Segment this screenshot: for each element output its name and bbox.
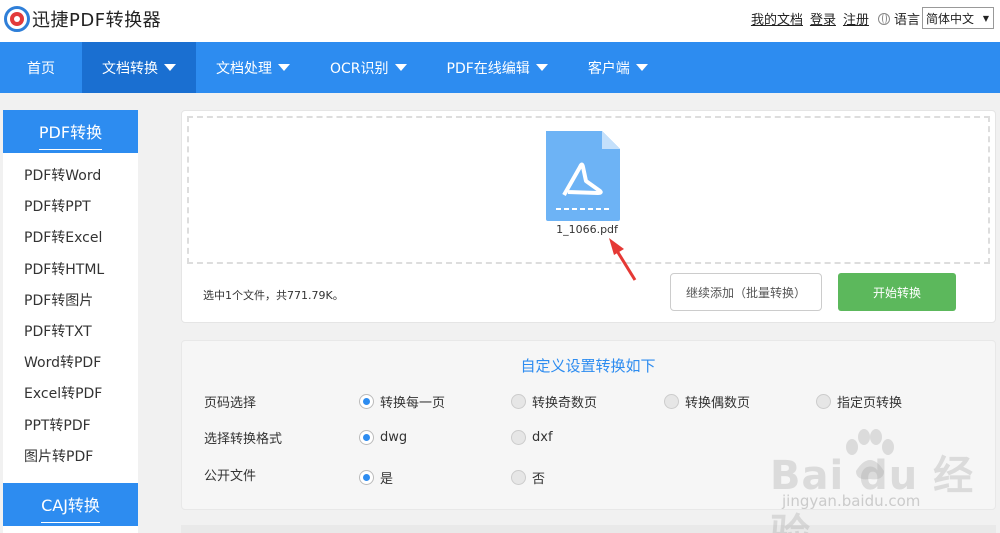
nav-client[interactable]: 客户端 (568, 42, 668, 93)
radio-unchecked-icon (511, 394, 526, 409)
nav-ocr[interactable]: OCR识别 (310, 42, 427, 93)
page-range-label: 页码选择 (204, 396, 257, 411)
language-label: 语言 (893, 13, 920, 28)
nav-pdf-edit[interactable]: PDF在线编辑 (427, 42, 568, 93)
app-logo[interactable]: 迅捷PDF转换器 (4, 6, 161, 32)
nav-label: OCR识别 (330, 60, 389, 77)
caret-down-icon: ▼ (982, 13, 989, 23)
nav-label: PDF在线编辑 (446, 60, 530, 77)
continue-add-button[interactable]: 继续添加（批量转换） (670, 273, 822, 311)
radio-specific-pages[interactable]: 指定页转换 (816, 392, 902, 411)
logo-text: 迅捷PDF转换器 (32, 10, 162, 31)
dropdown-triangle-icon (164, 64, 176, 71)
option-label: dwg (380, 430, 408, 445)
nav-label: 客户端 (587, 60, 630, 77)
sidebar-item-word-to-pdf[interactable]: Word转PDF (3, 348, 138, 379)
top-header: 迅捷PDF转换器 我的文档 登录 注册 语言 简体中文 ▼ (0, 0, 1000, 42)
nav-label: 首页 (27, 60, 55, 77)
sidebar-section-title: CAJ转换 (41, 492, 100, 523)
option-label: 转换奇数页 (532, 396, 598, 411)
nav-label: 文档转换 (102, 60, 158, 77)
dropdown-triangle-icon (278, 64, 290, 71)
start-convert-button[interactable]: 开始转换 (838, 273, 956, 311)
sidebar: PDF转换 PDF转Word PDF转PPT PDF转Excel PDF转HTM… (3, 110, 138, 533)
top-links: 我的文档 登录 注册 语言 (744, 9, 920, 28)
radio-checked-icon (359, 470, 374, 485)
register-link[interactable]: 注册 (843, 9, 869, 28)
main-nav: 首页 文档转换 文档处理 OCR识别 PDF在线编辑 客户端 (0, 42, 1000, 93)
sidebar-item-pdf-to-txt[interactable]: PDF转TXT (3, 317, 138, 348)
settings-panel: 自定义设置转换如下 页码选择 转换每一页 转换奇数页 转换偶数页 指定页转换 选… (181, 340, 996, 510)
dropdown-triangle-icon (394, 64, 407, 71)
radio-checked-icon (359, 430, 374, 445)
upload-panel: 1_1066.pdf 选中1个文件，共771.79K。 继续添加（批量转换） 开… (181, 110, 996, 323)
sidebar-section-caj[interactable]: CAJ转换 (3, 483, 138, 526)
radio-odd-pages[interactable]: 转换奇数页 (511, 392, 597, 411)
radio-public-yes[interactable]: 是 (359, 468, 393, 487)
radio-even-pages[interactable]: 转换偶数页 (664, 392, 750, 411)
radio-format-dwg[interactable]: dwg (359, 430, 407, 445)
sidebar-item-pdf-to-ppt[interactable]: PDF转PPT (3, 192, 138, 223)
radio-format-dxf[interactable]: dxf (511, 430, 553, 445)
sidebar-list: PDF转Word PDF转PPT PDF转Excel PDF转HTML PDF转… (3, 153, 138, 473)
dropdown-triangle-icon (635, 64, 648, 71)
sidebar-item-ppt-to-pdf[interactable]: PPT转PDF (3, 411, 138, 442)
option-label: 转换偶数页 (685, 396, 751, 411)
public-file-label: 公开文件 (204, 469, 257, 484)
radio-unchecked-icon (511, 470, 526, 485)
radio-unchecked-icon (664, 394, 679, 409)
sidebar-item-pdf-to-html[interactable]: PDF转HTML (3, 255, 138, 286)
sidebar-section-title: PDF转换 (38, 119, 103, 150)
file-name: 1_1066.pdf (556, 223, 618, 236)
option-label: 指定页转换 (837, 396, 903, 411)
language-selected: 简体中文 (926, 11, 975, 26)
radio-public-no[interactable]: 否 (511, 468, 545, 487)
radio-unchecked-icon (816, 394, 831, 409)
format-label: 选择转换格式 (204, 432, 283, 447)
nav-label: 文档处理 (216, 60, 272, 77)
my-documents-link[interactable]: 我的文档 (751, 9, 803, 28)
sidebar-item-pdf-to-image[interactable]: PDF转图片 (3, 286, 138, 317)
login-link[interactable]: 登录 (810, 9, 836, 28)
sidebar-item-excel-to-pdf[interactable]: Excel转PDF (3, 379, 138, 410)
nav-home[interactable]: 首页 (0, 42, 82, 93)
option-label: dxf (532, 430, 553, 445)
globe-icon (877, 12, 890, 25)
sidebar-section-pdf[interactable]: PDF转换 (3, 110, 138, 153)
option-label: 转换每一页 (380, 396, 446, 411)
sidebar-item-pdf-to-excel[interactable]: PDF转Excel (3, 223, 138, 254)
selection-status: 选中1个文件，共771.79K。 (203, 289, 344, 302)
nav-document-process[interactable]: 文档处理 (196, 42, 310, 93)
sidebar-item-image-to-pdf[interactable]: 图片转PDF (3, 442, 138, 473)
radio-unchecked-icon (511, 430, 526, 445)
settings-title: 自定义设置转换如下 (520, 357, 656, 375)
radio-checked-icon (359, 394, 374, 409)
language-select[interactable]: 简体中文 ▼ (922, 7, 994, 29)
next-panel-edge (181, 525, 996, 533)
dropdown-triangle-icon (535, 64, 548, 71)
logo-icon (4, 6, 30, 32)
option-label: 是 (380, 472, 394, 487)
nav-document-convert[interactable]: 文档转换 (82, 42, 196, 93)
radio-every-page[interactable]: 转换每一页 (359, 392, 445, 411)
sidebar-item-pdf-to-word[interactable]: PDF转Word (3, 161, 138, 192)
option-label: 否 (532, 472, 546, 487)
pdf-file-icon[interactable] (542, 129, 622, 223)
